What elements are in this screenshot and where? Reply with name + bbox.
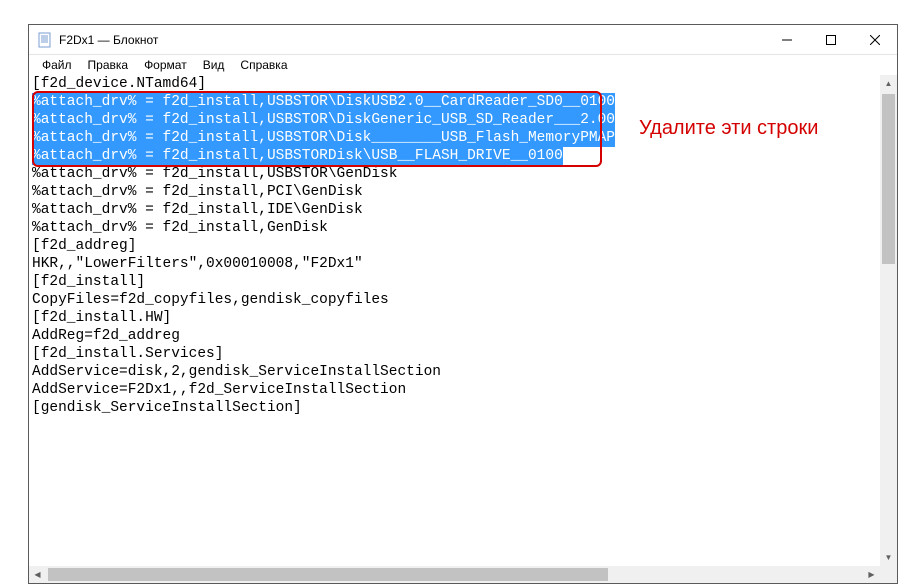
menu-help[interactable]: Справка	[233, 57, 294, 73]
menu-file[interactable]: Файл	[35, 57, 79, 73]
text-line: AddReg=f2d_addreg	[32, 327, 879, 345]
text-line: AddService=disk,2,gendisk_ServiceInstall…	[32, 363, 879, 381]
window-controls	[765, 25, 897, 54]
scroll-left-icon[interactable]: ◀	[29, 566, 46, 583]
menu-view[interactable]: Вид	[196, 57, 232, 73]
text-line: [f2d_device.NTamd64]	[32, 75, 879, 93]
notepad-icon	[37, 32, 53, 48]
text-line: %attach_drv% = f2d_install,IDE\GenDisk	[32, 201, 879, 219]
selected-line: %attach_drv% = f2d_install,USBSTORDisk\U…	[32, 147, 563, 165]
text-line: HKR,,"LowerFilters",0x00010008,"F2Dx1"	[32, 255, 879, 273]
scroll-up-icon[interactable]: ▲	[880, 75, 897, 92]
notepad-window: F2Dx1 — Блокнот Файл Правка Формат Вид С…	[28, 24, 898, 584]
text-line: %attach_drv% = f2d_install,GenDisk	[32, 219, 879, 237]
menu-format[interactable]: Формат	[137, 57, 194, 73]
text-line: CopyFiles=f2d_copyfiles,gendisk_copyfile…	[32, 291, 879, 309]
horizontal-scrollbar[interactable]: ◀ ▶	[29, 566, 880, 583]
text-line: AddService=F2Dx1,,f2d_ServiceInstallSect…	[32, 381, 879, 399]
maximize-button[interactable]	[809, 25, 853, 54]
scroll-v-track[interactable]	[880, 92, 897, 549]
scroll-h-track[interactable]	[46, 566, 863, 583]
text-line: [f2d_addreg]	[32, 237, 879, 255]
menubar: Файл Правка Формат Вид Справка	[29, 55, 897, 75]
text-line: %attach_drv% = f2d_install,PCI\GenDisk	[32, 183, 879, 201]
scroll-down-icon[interactable]: ▼	[880, 549, 897, 566]
vertical-scrollbar[interactable]: ▲ ▼	[880, 75, 897, 566]
text-content[interactable]: [f2d_device.NTamd64]%attach_drv% = f2d_i…	[31, 75, 880, 566]
scroll-corner	[880, 566, 897, 583]
selected-line: %attach_drv% = f2d_install,USBSTOR\DiskU…	[32, 93, 615, 111]
editor-area: [f2d_device.NTamd64]%attach_drv% = f2d_i…	[29, 75, 897, 583]
menu-edit[interactable]: Правка	[81, 57, 136, 73]
titlebar[interactable]: F2Dx1 — Блокнот	[29, 25, 897, 55]
text-line: [gendisk_ServiceInstallSection]	[32, 399, 879, 417]
selected-line: %attach_drv% = f2d_install,USBSTOR\DiskG…	[32, 111, 615, 129]
text-line: [f2d_install.Services]	[32, 345, 879, 363]
selected-line: %attach_drv% = f2d_install,USBSTOR\Disk_…	[32, 129, 615, 147]
text-line: [f2d_install.HW]	[32, 309, 879, 327]
text-line: [f2d_install]	[32, 273, 879, 291]
window-title: F2Dx1 — Блокнот	[59, 33, 765, 47]
minimize-button[interactable]	[765, 25, 809, 54]
text-line: %attach_drv% = f2d_install,USBSTOR\GenDi…	[32, 165, 879, 183]
scroll-right-icon[interactable]: ▶	[863, 566, 880, 583]
scroll-v-thumb[interactable]	[882, 94, 895, 264]
annotation-label: Удалите эти строки	[639, 117, 818, 140]
scroll-h-thumb[interactable]	[48, 568, 608, 581]
close-button[interactable]	[853, 25, 897, 54]
